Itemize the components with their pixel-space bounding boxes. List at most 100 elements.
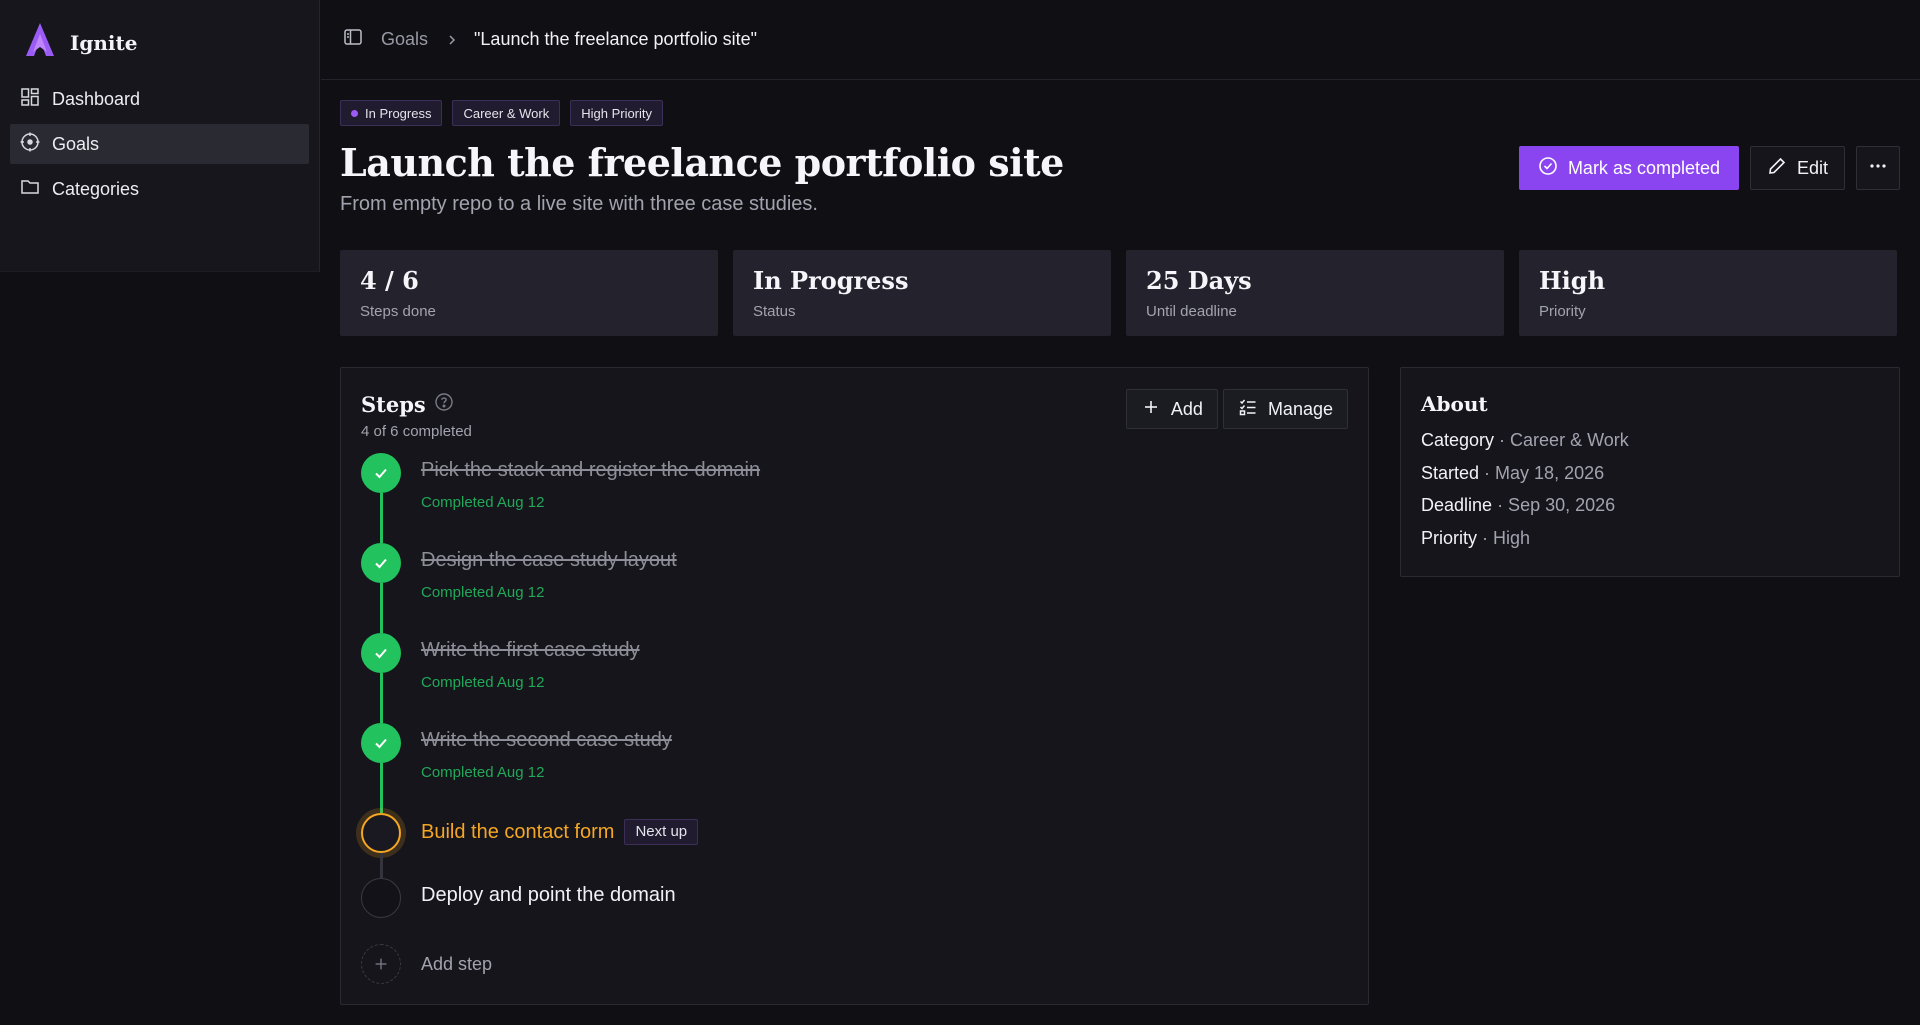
ellipsis-icon [1868,156,1888,181]
brand[interactable]: Ignite [24,22,137,63]
step-title: Deploy and point the domain [421,884,676,906]
dashboard-icon [20,87,40,112]
plus-icon [375,958,387,970]
sidebar-item-goals[interactable]: Goals [10,124,309,164]
help-circle-icon[interactable] [434,392,454,417]
about-value: · Career & Work [1494,430,1629,450]
sidebar-item-label: Goals [52,133,100,154]
ignite-logo-icon [24,22,56,63]
add-step-circle[interactable] [361,944,401,984]
step-item[interactable]: Deploy and point the domain [361,878,1341,968]
stat-card-deadline: 25 Days Until deadline [1126,250,1504,336]
breadcrumb-current: "Launch the freelance portfolio site" [474,29,757,49]
check-circle-icon [1538,156,1558,181]
step-item[interactable]: Write the second case study Completed Au… [361,723,1341,813]
step-title: Design the case study layout [421,549,677,571]
about-key: Deadline [1421,495,1493,515]
more-options-button[interactable] [1856,146,1900,190]
stat-card-steps: 4 / 6 Steps done [340,250,718,336]
goal-actions: Mark as completed Edit [1518,146,1900,190]
step-checkbox-done[interactable] [361,543,401,583]
about-key: Category [1421,430,1495,450]
goal-tags: In Progress Career & Work High Priority [340,100,664,126]
edit-button[interactable]: Edit [1749,146,1845,190]
breadcrumb-goals-link[interactable]: Goals [381,29,428,50]
chevron-right-icon [449,34,456,45]
about-row-started: Started · May 18, 2026 [1421,463,1879,496]
steps-count: 4 of 6 completed [361,423,472,440]
step-item[interactable]: Design the case study layout Completed A… [361,543,1341,633]
about-key: Priority [1421,527,1478,548]
sidebar-item-categories[interactable]: Categories [10,169,309,209]
folder-icon [20,177,40,202]
about-row-deadline: Deadline · Sep 30, 2026 [1421,495,1879,528]
priority-badge: High Priority [570,100,664,126]
step-title: Build the contact form Next up [421,819,699,845]
step-checkbox-todo[interactable] [361,878,401,918]
stat-card-priority: High Priority [1519,250,1897,336]
step-item[interactable]: Write the first case study Completed Aug… [361,633,1341,723]
step-title: Pick the stack and register the domain [421,459,761,481]
timeline-connector [380,853,383,878]
sidebar-toggle-icon[interactable] [343,27,363,52]
target-icon [20,132,40,157]
add-step-row[interactable]: Add step [361,944,492,984]
about-row-priority: Priority · High [1421,528,1879,561]
stat-value: High [1539,266,1606,295]
goal-stats: 4 / 6 Steps done In Progress Status 25 D… [340,250,1897,336]
steps-actions: Add Manage [1125,389,1348,429]
mark-completed-label: Mark as completed [1567,157,1720,178]
sidebar-nav: Dashboard Goals Categories [10,79,309,214]
manage-steps-button[interactable]: Manage [1222,389,1348,429]
sidebar-item-label: Categories [52,178,140,199]
stat-label: Steps done [360,303,436,320]
step-completed-date: Completed Aug 12 [421,584,545,601]
page-title: Launch the freelance portfolio site [340,140,1064,185]
about-key: Started [1421,462,1480,483]
step-item[interactable]: Pick the stack and register the domain C… [361,453,1341,543]
about-value: · High [1477,527,1531,548]
steps-header: Steps 4 of 6 completed [361,392,472,440]
stat-label: Priority [1539,303,1586,320]
mark-completed-button[interactable]: Mark as completed [1518,146,1739,190]
sidebar-item-dashboard[interactable]: Dashboard [10,79,309,119]
about-panel: About Category · Career & Work Started ·… [1400,367,1900,577]
app-name: Ignite [70,30,138,55]
step-checkbox-done[interactable] [361,453,401,493]
check-icon [375,558,387,569]
stat-value: In Progress [753,266,909,295]
next-up-badge: Next up [624,819,699,845]
timeline-connector [380,673,383,723]
step-checkbox-done[interactable] [361,723,401,763]
about-value: · Sep 30, 2026 [1492,495,1616,515]
step-title-text: Build the contact form [421,821,615,843]
timeline-connector [380,763,383,813]
add-step-label: Add step [421,953,493,974]
timeline-connector [380,583,383,633]
topbar: Goals "Launch the freelance portfolio si… [321,0,1920,80]
add-label: Add [1170,398,1203,419]
timeline-connector [380,493,383,543]
stat-value: 25 Days [1146,266,1252,295]
step-completed-date: Completed Aug 12 [421,494,545,511]
pencil-icon [1767,156,1787,181]
step-checkbox-current[interactable] [361,813,401,853]
check-icon [375,468,387,479]
step-completed-date: Completed Aug 12 [421,674,545,691]
about-row-category: Category · Career & Work [1421,430,1879,463]
category-badge: Career & Work [452,100,561,126]
step-checkbox-done[interactable] [361,633,401,673]
add-step-button[interactable]: Add [1125,389,1218,429]
status-badge-label: In Progress [365,105,432,121]
status-badge: In Progress [340,100,443,126]
stat-card-status: In Progress Status [733,250,1111,336]
step-completed-date: Completed Aug 12 [421,764,545,781]
plus-icon [1141,397,1161,422]
step-title: Write the second case study [421,729,672,751]
stat-label: Until deadline [1146,303,1237,320]
check-icon [375,738,387,749]
page-subtitle: From empty repo to a live site with thre… [340,193,818,215]
about-value: · May 18, 2026 [1479,462,1605,483]
step-item-current[interactable]: Build the contact form Next up [361,813,1341,878]
checklist-icon [1238,397,1258,422]
